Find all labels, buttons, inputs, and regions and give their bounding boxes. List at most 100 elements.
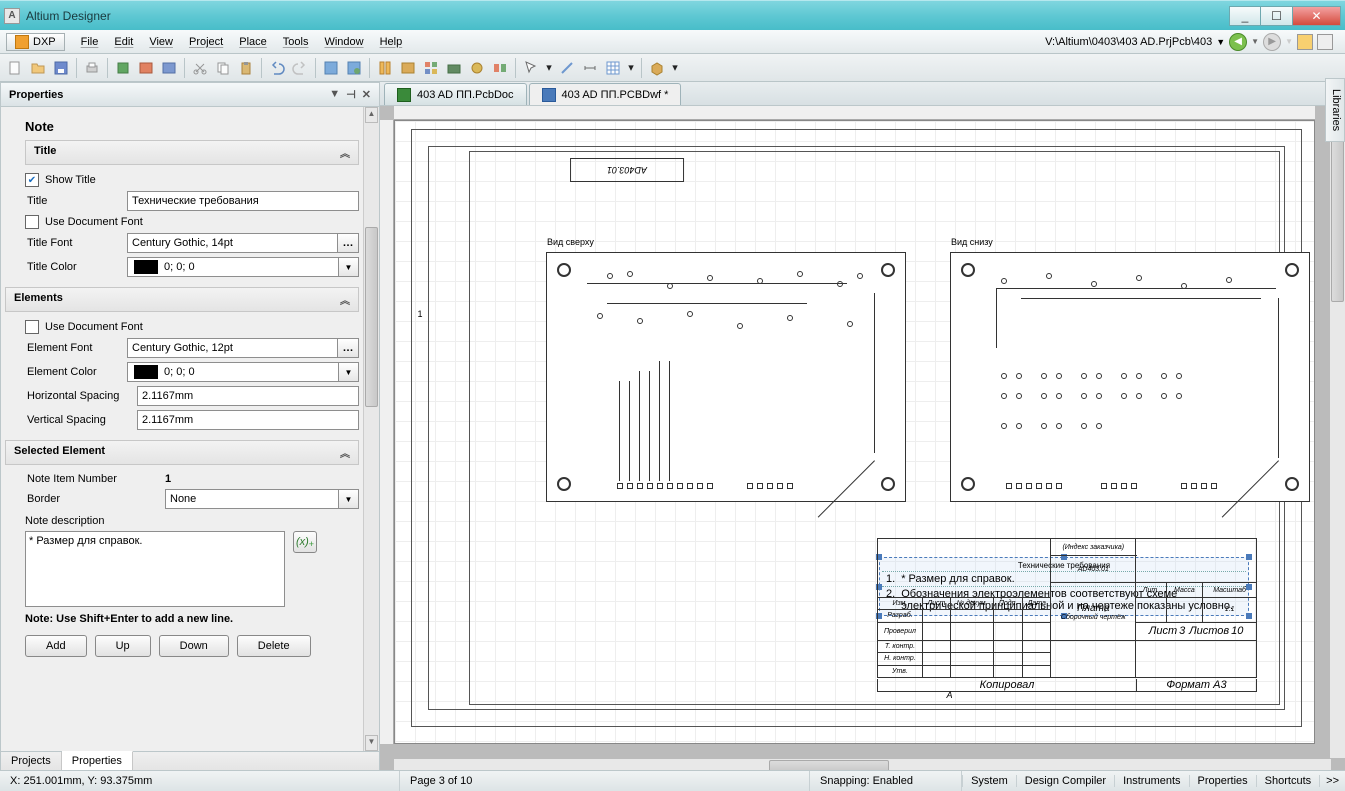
book3-icon[interactable] bbox=[158, 57, 180, 79]
open-icon[interactable] bbox=[27, 57, 49, 79]
tb-a-icon[interactable] bbox=[320, 57, 342, 79]
new-icon[interactable] bbox=[4, 57, 26, 79]
menu-help[interactable]: Help bbox=[372, 33, 411, 51]
sb-more[interactable]: >> bbox=[1319, 775, 1345, 787]
home-icon[interactable] bbox=[1297, 34, 1313, 50]
tb-b-icon[interactable] bbox=[343, 57, 365, 79]
hspacing-label: Horizontal Spacing bbox=[25, 390, 137, 402]
properties-panel: Properties ▼ ⊣ ✕ Note Title︽ ✔ Show Titl… bbox=[0, 82, 380, 774]
dxp-label: DXP bbox=[33, 36, 56, 48]
title-font-label: Title Font bbox=[25, 237, 127, 249]
v-scrollbar[interactable] bbox=[1329, 120, 1345, 758]
border-dd[interactable]: ▼ bbox=[339, 489, 359, 509]
title-font-button[interactable]: … bbox=[337, 233, 359, 253]
menu-tools[interactable]: Tools bbox=[275, 33, 317, 51]
cursor-dd-icon[interactable]: ▾ bbox=[543, 57, 555, 79]
grid-dd-icon[interactable]: ▾ bbox=[625, 57, 637, 79]
desc-hint: Note: Use Shift+Enter to add a new line. bbox=[25, 613, 359, 625]
sb-shortcuts[interactable]: Shortcuts bbox=[1256, 775, 1319, 787]
print-icon[interactable] bbox=[81, 57, 103, 79]
nav-back-button[interactable]: ◀ bbox=[1229, 33, 1247, 51]
delete-button[interactable]: Delete bbox=[237, 635, 311, 657]
favorites-icon[interactable] bbox=[1317, 34, 1333, 50]
menubar: DXP File Edit View Project Place Tools W… bbox=[0, 30, 1345, 54]
paste-icon[interactable] bbox=[235, 57, 257, 79]
libraries-side-tab[interactable]: Libraries bbox=[1325, 78, 1345, 142]
status-coords: X: 251.001mm, Y: 93.375mm bbox=[0, 771, 400, 791]
panel-close-icon[interactable]: ✕ bbox=[362, 88, 371, 101]
menu-view[interactable]: View bbox=[141, 33, 181, 51]
copy-icon[interactable] bbox=[212, 57, 234, 79]
el-color-value: 0; 0; 0 bbox=[127, 362, 339, 382]
redo-icon[interactable] bbox=[289, 57, 311, 79]
section-selected-header[interactable]: Selected Element︽ bbox=[5, 440, 359, 465]
border-value[interactable]: None bbox=[165, 489, 339, 509]
menu-project[interactable]: Project bbox=[181, 33, 231, 51]
maximize-button[interactable]: ☐ bbox=[1261, 6, 1293, 26]
tb-h-icon[interactable] bbox=[489, 57, 511, 79]
tb-grid-icon[interactable] bbox=[602, 57, 624, 79]
el-usedocfont-checkbox[interactable] bbox=[25, 320, 39, 334]
dxp-menu[interactable]: DXP bbox=[6, 33, 65, 51]
vspacing-label: Vertical Spacing bbox=[25, 414, 137, 426]
toolbar: ▾ ▾ ▾ bbox=[0, 54, 1345, 82]
object-type-label: Note bbox=[25, 111, 359, 140]
sb-instruments[interactable]: Instruments bbox=[1114, 775, 1188, 787]
drawing-canvas[interactable]: AD403.01 Вид сверху bbox=[380, 106, 1345, 774]
menu-file[interactable]: File bbox=[73, 33, 107, 51]
sb-properties[interactable]: Properties bbox=[1189, 775, 1256, 787]
panel-scroll-thumb[interactable] bbox=[365, 227, 378, 407]
item-no-label: Note Item Number bbox=[25, 473, 165, 485]
zone-bottom-label: А bbox=[670, 690, 1229, 704]
save-icon[interactable] bbox=[50, 57, 72, 79]
book1-icon[interactable] bbox=[112, 57, 134, 79]
doc-tabs: 403 AD ПП.PcbDoc 403 AD ПП.PCBDwf * bbox=[380, 82, 1345, 106]
el-font-button[interactable]: … bbox=[337, 338, 359, 358]
tb-line-icon[interactable] bbox=[556, 57, 578, 79]
hspacing-input[interactable] bbox=[137, 386, 359, 406]
cut-icon[interactable] bbox=[189, 57, 211, 79]
pcbdoc-icon bbox=[397, 88, 411, 102]
panel-scrollbar[interactable]: ▲ ▼ bbox=[363, 107, 379, 751]
tb-c-icon[interactable] bbox=[374, 57, 396, 79]
vspacing-input[interactable] bbox=[137, 410, 359, 430]
section-elements-header[interactable]: Elements︽ bbox=[5, 287, 359, 312]
panel-menu-icon[interactable]: ▼ bbox=[329, 88, 340, 101]
expression-button[interactable]: (x)+ bbox=[293, 531, 317, 553]
tb-box-icon[interactable] bbox=[646, 57, 668, 79]
window-buttons: _ ☐ ✕ bbox=[1229, 6, 1341, 26]
tb-f-icon[interactable] bbox=[443, 57, 465, 79]
tb-e-icon[interactable] bbox=[420, 57, 442, 79]
menu-edit[interactable]: Edit bbox=[106, 33, 141, 51]
project-path[interactable]: V:\Altium\0403\403 AD.PrjPcb\403 bbox=[1045, 36, 1212, 48]
tb-dim-icon[interactable] bbox=[579, 57, 601, 79]
sb-system[interactable]: System bbox=[962, 775, 1016, 787]
el-color-dd[interactable]: ▼ bbox=[339, 362, 359, 382]
doc-tab-pcbdoc[interactable]: 403 AD ПП.PcbDoc bbox=[384, 83, 527, 105]
sb-design-compiler[interactable]: Design Compiler bbox=[1016, 775, 1114, 787]
add-button[interactable]: Add bbox=[25, 635, 87, 657]
show-title-checkbox[interactable]: ✔ bbox=[25, 173, 39, 187]
close-button[interactable]: ✕ bbox=[1293, 6, 1341, 26]
undo-icon[interactable] bbox=[266, 57, 288, 79]
box-dd-icon[interactable]: ▾ bbox=[669, 57, 681, 79]
desc-textarea[interactable] bbox=[25, 531, 285, 607]
tb-d-icon[interactable] bbox=[397, 57, 419, 79]
minimize-button[interactable]: _ bbox=[1229, 6, 1261, 26]
title-input[interactable] bbox=[127, 191, 359, 211]
menu-window[interactable]: Window bbox=[316, 33, 371, 51]
doc-tab-pcbdwf[interactable]: 403 AD ПП.PCBDwf * bbox=[529, 83, 682, 105]
tb-cursor-icon[interactable] bbox=[520, 57, 542, 79]
pcbdwf-icon bbox=[542, 88, 556, 102]
nav-fwd-button[interactable]: ▶ bbox=[1263, 33, 1281, 51]
title-color-dd[interactable]: ▼ bbox=[339, 257, 359, 277]
title-usedocfont-checkbox[interactable] bbox=[25, 215, 39, 229]
section-title-header[interactable]: Title︽ bbox=[25, 140, 359, 165]
book2-icon[interactable] bbox=[135, 57, 157, 79]
panel-pin-icon[interactable]: ⊣ bbox=[346, 88, 356, 101]
panel-header[interactable]: Properties ▼ ⊣ ✕ bbox=[1, 83, 379, 107]
up-button[interactable]: Up bbox=[95, 635, 151, 657]
down-button[interactable]: Down bbox=[159, 635, 229, 657]
tb-g-icon[interactable] bbox=[466, 57, 488, 79]
menu-place[interactable]: Place bbox=[231, 33, 275, 51]
